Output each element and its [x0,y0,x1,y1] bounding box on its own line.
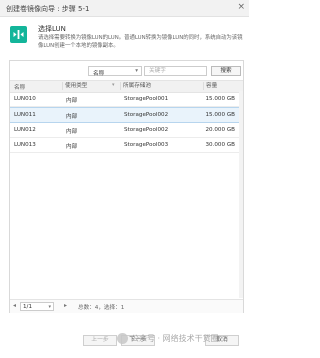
cell-pool: StoragePool002 [124,112,169,118]
cell-usage: 内部 [66,114,78,120]
search-button[interactable]: 搜索 [211,66,241,76]
cell-usage: 内部 [66,144,78,150]
step-description: 请选择需要转换为镜像LUN的LUN。普通LUN转换为镜像LUN的同时，系统自动为… [38,35,243,49]
chevron-down-icon: ▾ [135,68,138,74]
cell-capacity: 15.000 GB [205,112,235,118]
table-row[interactable]: LUN010 内部 StoragePool001 15.000 GB [10,92,243,107]
next-page-icon[interactable]: ▸ [64,302,67,309]
table-row[interactable]: LUN012 内部 StoragePool002 20.000 GB [10,123,243,138]
wechat-logo-icon [117,333,128,344]
cell-capacity: 15.000 GB [205,96,235,102]
cell-name: LUN013 [14,142,36,148]
cell-usage: 内部 [66,129,78,135]
search-field-select[interactable]: 名称 ▾ [88,66,142,77]
close-icon[interactable]: × [237,2,245,13]
lun-select-icon [10,26,27,43]
cell-name: LUN012 [14,127,36,133]
arrows-in-icon [13,30,24,39]
cell-usage: 内部 [66,98,78,104]
watermark: 公众号 · 网络技术干货圈 [131,334,219,343]
page-select[interactable]: 1/1 ▾ [20,302,54,311]
chevron-down-icon: ▾ [48,303,51,310]
cell-name: LUN011 [14,112,36,118]
sort-icon[interactable]: ▾ [112,82,115,88]
cell-capacity: 30.000 GB [205,142,235,148]
window-title: 创建卷镜像向导 : 步骤 5-1 [6,5,90,13]
lun-list-panel: 名称 ▾ 搜索 名称 使用类型 ▾ 所属存储池 容量 LUN010 内部 Sto… [9,60,244,313]
cell-pool: StoragePool003 [124,142,169,148]
column-header-usage[interactable]: 使用类型 [62,82,87,90]
pagination-bar: ◂ 1/1 ▾ ▸ 总数：4，选择：1 [10,299,243,313]
search-field-value: 名称 [93,70,105,77]
column-header-pool[interactable]: 所属存储池 [120,82,151,90]
column-header-name[interactable]: 名称 [14,83,25,91]
total-count: 总数：4，选择：1 [78,305,125,311]
cell-name: LUN010 [14,96,36,102]
table-scrollbar[interactable] [239,91,243,298]
cell-pool: StoragePool001 [124,96,169,102]
column-header-capacity[interactable]: 容量 [203,82,236,90]
step-title: 选择LUN [38,25,66,33]
cell-pool: StoragePool002 [124,127,169,133]
page-value: 1/1 [23,304,33,310]
prev-page-icon[interactable]: ◂ [13,302,16,309]
title-bar: 创建卷镜像向导 : 步骤 5-1 × [0,0,249,17]
previous-step-button[interactable]: 上一步 [83,335,117,346]
table-row[interactable]: LUN013 内部 StoragePool003 30.000 GB [10,138,243,153]
cell-capacity: 20.000 GB [205,127,235,133]
search-input[interactable] [144,66,207,76]
table-row-selected[interactable]: LUN011 内部 StoragePool002 15.000 GB [10,107,243,123]
